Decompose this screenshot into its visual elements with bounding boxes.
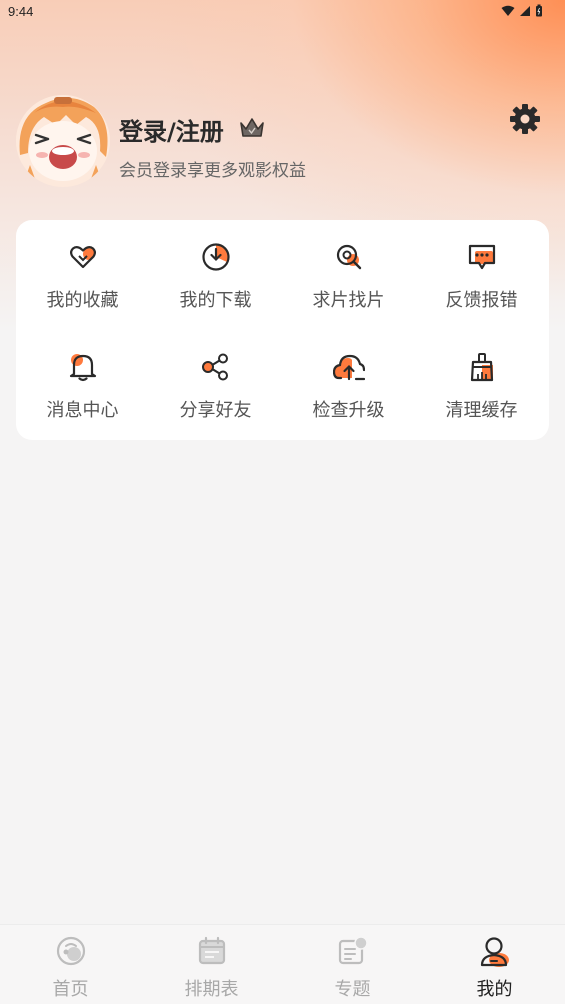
menu-label: 检查升级	[312, 400, 385, 421]
tab-home[interactable]: 首页	[0, 925, 141, 1004]
bell-icon	[69, 354, 96, 382]
calendar-icon	[198, 936, 225, 965]
tab-label: 首页	[52, 979, 89, 1000]
menu-label: 我的收藏	[46, 290, 119, 311]
download-icon	[201, 243, 230, 271]
menu-item-favorites[interactable]: 我的收藏	[16, 220, 149, 320]
status-bar: 9:44	[0, 0, 565, 24]
menu-label: 清理缓存	[445, 400, 518, 421]
status-icons	[501, 4, 543, 17]
menu-item-request-film[interactable]: 求片找片	[282, 220, 415, 320]
broom-icon	[470, 353, 493, 382]
tab-label: 我的	[476, 979, 513, 1000]
status-time: 9:44	[8, 4, 34, 19]
bottom-tab-bar: 首页 排期表 专题 我的	[0, 924, 565, 1004]
heart-icon	[69, 246, 96, 269]
avatar[interactable]	[16, 95, 110, 187]
tab-schedule[interactable]: 排期表	[141, 925, 282, 1004]
menu-item-downloads[interactable]: 我的下载	[149, 220, 282, 320]
profile-icon	[480, 937, 509, 967]
menu-item-clear-cache[interactable]: 清理缓存	[415, 330, 548, 430]
battery-icon	[536, 4, 542, 17]
signal-icon	[520, 5, 530, 16]
search-film-icon	[336, 244, 361, 270]
tab-topics[interactable]: 专题	[282, 925, 423, 1004]
menu-label: 反馈报错	[445, 290, 518, 311]
tab-mine[interactable]: 我的	[424, 925, 565, 1004]
tab-label: 专题	[334, 979, 371, 1000]
home-icon	[56, 936, 85, 966]
wifi-icon	[501, 5, 515, 16]
tab-label: 排期表	[184, 979, 239, 1000]
share-icon	[201, 353, 228, 381]
menu-label: 消息中心	[46, 400, 119, 421]
menu-item-messages[interactable]: 消息中心	[16, 330, 149, 430]
vip-crown-icon	[240, 118, 264, 137]
menu-card: 我的收藏 我的下载 求片找片 反馈报错 消息中心 分享好友 检查升级 清理缓存	[16, 220, 549, 440]
menu-item-share[interactable]: 分享好友	[149, 330, 282, 430]
settings-gear-icon[interactable]	[508, 102, 542, 136]
menu-label: 我的下载	[179, 290, 252, 311]
topic-icon	[338, 936, 368, 965]
feedback-icon	[468, 244, 495, 270]
menu-label: 分享好友	[179, 400, 252, 421]
menu-item-check-update[interactable]: 检查升级	[282, 330, 415, 430]
profile-subtitle: 会员登录享更多观影权益	[119, 161, 306, 181]
login-register-link[interactable]: 登录/注册	[119, 112, 224, 147]
cloud-upload-icon	[332, 354, 365, 381]
menu-label: 求片找片	[312, 290, 385, 311]
menu-item-feedback[interactable]: 反馈报错	[415, 220, 548, 320]
anime-avatar-icon	[16, 95, 110, 187]
